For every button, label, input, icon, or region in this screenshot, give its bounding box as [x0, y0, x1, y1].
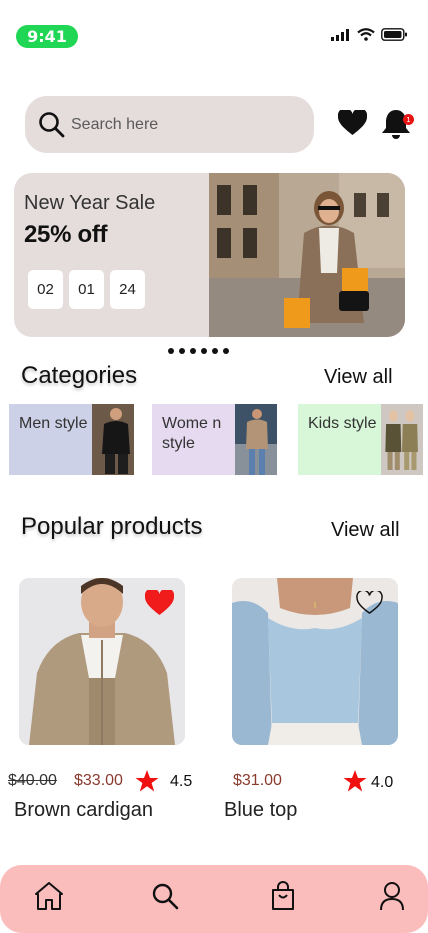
status-icons [331, 28, 408, 41]
product-name[interactable]: Blue top [224, 799, 297, 822]
product-rating: 4.0 [371, 774, 394, 791]
favorite-heart-outline-icon[interactable] [356, 591, 383, 615]
category-women[interactable]: Wome n style [152, 404, 277, 475]
category-photo-kids [381, 404, 423, 475]
search-input[interactable] [71, 115, 271, 134]
banner-photo [209, 173, 405, 337]
carousel-dot[interactable] [201, 348, 207, 354]
carousel-dots[interactable] [168, 348, 229, 354]
category-label: Men style [19, 415, 88, 432]
home-icon [35, 882, 63, 910]
categories-view-all[interactable]: View all [324, 366, 393, 389]
favorites-heart-icon[interactable] [338, 110, 367, 136]
category-photo-women [235, 404, 277, 475]
profile-icon [380, 882, 404, 911]
category-men[interactable]: Men style [9, 404, 134, 475]
nav-bag[interactable] [263, 876, 303, 916]
sale-banner[interactable]: New Year Sale 25% off 02 01 24 [14, 173, 405, 337]
product-price: $33.00 [74, 772, 123, 789]
countdown: 02 01 24 [28, 270, 145, 309]
battery-icon [381, 28, 407, 41]
popular-title: Popular products [21, 513, 203, 540]
wifi-icon [357, 28, 375, 41]
star-icon [343, 770, 367, 792]
product-name[interactable]: Brown cardigan [14, 799, 153, 822]
status-time: 9:41 [16, 25, 78, 48]
category-photo-men [92, 404, 134, 475]
popular-view-all[interactable]: View all [331, 519, 400, 542]
favorite-heart-icon[interactable] [145, 590, 174, 616]
categories-title: Categories [21, 362, 138, 389]
nav-home[interactable] [29, 876, 69, 916]
carousel-dot[interactable] [168, 348, 174, 354]
countdown-box: 02 [28, 270, 63, 309]
notification-bell[interactable]: 1 [381, 108, 414, 140]
product-old-price: $40.00 [8, 772, 57, 789]
search-icon [39, 112, 65, 138]
carousel-dot[interactable] [223, 348, 229, 354]
carousel-dot[interactable] [179, 348, 185, 354]
banner-title: New Year Sale [24, 192, 156, 214]
countdown-box: 01 [69, 270, 104, 309]
nav-profile[interactable] [372, 876, 412, 916]
carousel-dot[interactable] [190, 348, 196, 354]
category-kids[interactable]: Kids style [298, 404, 423, 475]
category-label: Kids style [308, 415, 377, 432]
search-icon [152, 883, 179, 910]
nav-search[interactable] [145, 876, 185, 916]
product-price: $31.00 [233, 772, 282, 789]
search-bar[interactable] [25, 96, 314, 153]
product-image-cardigan[interactable] [19, 578, 185, 745]
product-rating: 4.5 [170, 773, 193, 790]
carousel-dot[interactable] [212, 348, 218, 354]
product-image-blue-top[interactable] [232, 578, 398, 745]
notification-badge: 1 [403, 114, 414, 125]
category-label: Wome n style [162, 415, 222, 452]
bottom-nav [0, 865, 428, 933]
bag-icon [272, 881, 294, 910]
signal-icon [331, 28, 349, 41]
star-icon [135, 770, 159, 792]
banner-discount: 25% off [24, 221, 108, 248]
countdown-box: 24 [110, 270, 145, 309]
